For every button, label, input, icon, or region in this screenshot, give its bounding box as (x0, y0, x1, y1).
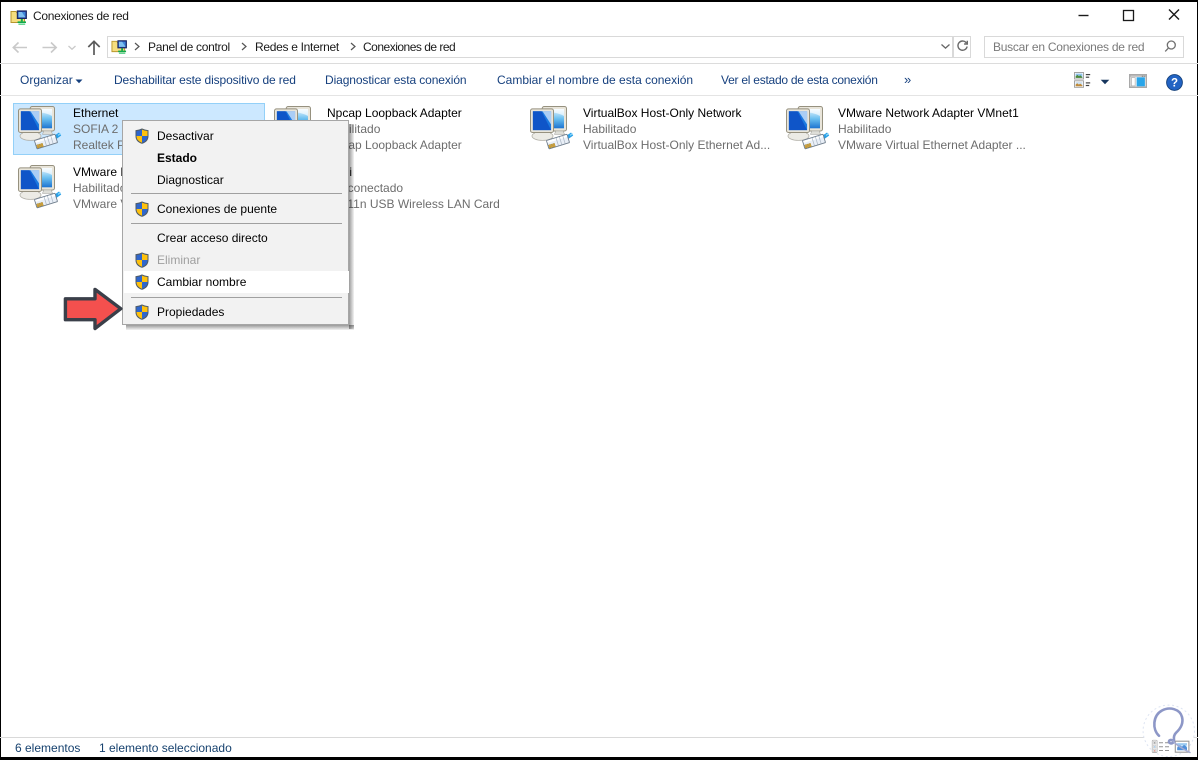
svg-text:?: ? (1170, 78, 1177, 90)
